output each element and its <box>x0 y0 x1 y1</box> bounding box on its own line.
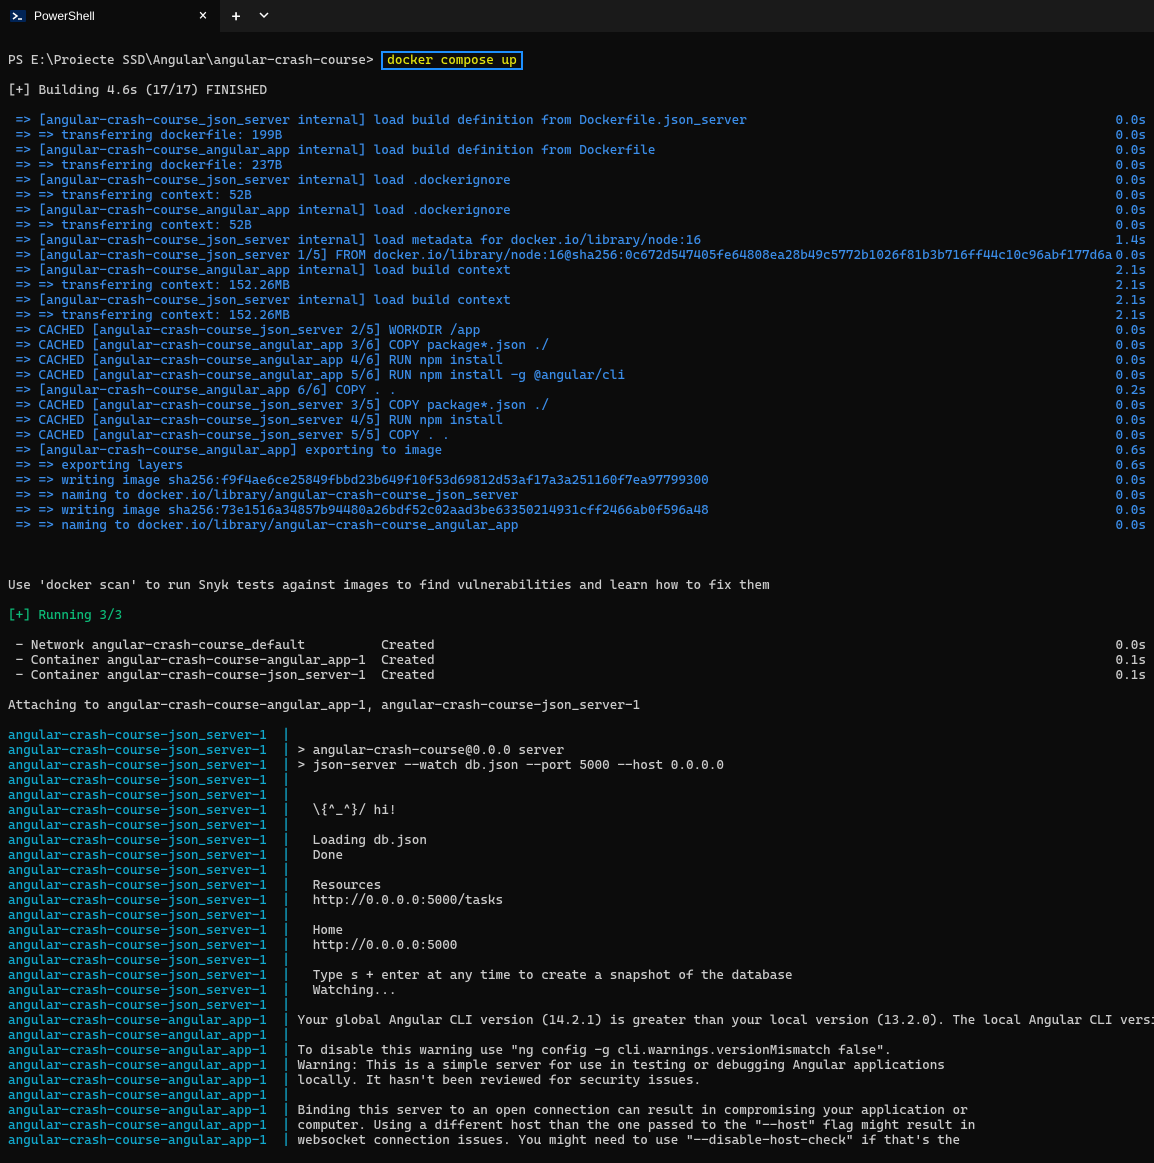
build-step: => [angular-crash-course_json_server 1/5… <box>8 248 1146 263</box>
build-step: => CACHED [angular-crash-course_angular_… <box>8 353 1146 368</box>
service-line: angular-crash-course-json_server-1 | \{^… <box>8 803 1146 818</box>
container-line: - Container angular-crash-course-angular… <box>8 653 1146 668</box>
build-step: => => transferring context: 152.26MB2.1s <box>8 278 1146 293</box>
service-output: angular-crash-course-json_server-1 |angu… <box>8 728 1146 1148</box>
build-step: => => transferring dockerfile: 237B0.0s <box>8 158 1146 173</box>
service-line: angular-crash-course-json_server-1 | Hom… <box>8 923 1146 938</box>
command-highlight: docker compose up <box>381 51 523 70</box>
service-line: angular-crash-course-json_server-1 | htt… <box>8 938 1146 953</box>
build-step: => => transferring context: 52B0.0s <box>8 218 1146 233</box>
build-step: => => writing image sha256:73e1516a34857… <box>8 503 1146 518</box>
new-tab-button[interactable]: + <box>220 7 252 26</box>
service-line: angular-crash-course-angular_app-1 | web… <box>8 1133 1146 1148</box>
command-text: docker compose up <box>387 53 517 68</box>
service-line: angular-crash-course-json_server-1 | <box>8 773 1146 788</box>
powershell-icon <box>10 8 26 24</box>
build-step: => => naming to docker.io/library/angula… <box>8 488 1146 503</box>
build-step: => CACHED [angular-crash-course_json_ser… <box>8 428 1146 443</box>
build-step: => => writing image sha256:f9f4ae6ce2584… <box>8 473 1146 488</box>
service-line: angular-crash-course-json_server-1 | Typ… <box>8 968 1146 983</box>
service-line: angular-crash-course-json_server-1 | <box>8 998 1146 1013</box>
build-step: => [angular-crash-course_json_server int… <box>8 113 1146 128</box>
close-icon[interactable]: × <box>194 8 212 24</box>
build-step: => [angular-crash-course_angular_app 6/6… <box>8 383 1146 398</box>
service-line: angular-crash-course-json_server-1 | > a… <box>8 743 1146 758</box>
build-step: => => naming to docker.io/library/angula… <box>8 518 1146 533</box>
service-line: angular-crash-course-json_server-1 | <box>8 818 1146 833</box>
build-step: => [angular-crash-course_angular_app] ex… <box>8 443 1146 458</box>
scan-hint: Use 'docker scan' to run Snyk tests agai… <box>8 578 1146 593</box>
build-steps: => [angular-crash-course_json_server int… <box>8 113 1146 533</box>
build-step: => => transferring context: 152.26MB2.1s <box>8 308 1146 323</box>
build-step: => [angular-crash-course_angular_app int… <box>8 143 1146 158</box>
service-line: angular-crash-course-angular_app-1 | <box>8 1028 1146 1043</box>
tab-dropdown-button[interactable] <box>252 9 276 24</box>
build-step: => [angular-crash-course_json_server int… <box>8 233 1146 248</box>
service-line: angular-crash-course-json_server-1 | <box>8 728 1146 743</box>
container-lines: - Network angular-crash-course_default C… <box>8 638 1146 683</box>
service-line: angular-crash-course-json_server-1 | Wat… <box>8 983 1146 998</box>
service-line: angular-crash-course-json_server-1 | Res… <box>8 878 1146 893</box>
prompt-path: PS E:\Proiecte SSD\Angular\angular-crash… <box>8 53 374 68</box>
container-line: - Container angular-crash-course-json_se… <box>8 668 1146 683</box>
build-step: => [angular-crash-course_json_server int… <box>8 173 1146 188</box>
service-line: angular-crash-course-angular_app-1 | com… <box>8 1118 1146 1133</box>
service-line: angular-crash-course-json_server-1 | htt… <box>8 893 1146 908</box>
build-step: => [angular-crash-course_angular_app int… <box>8 203 1146 218</box>
service-line: angular-crash-course-angular_app-1 | War… <box>8 1058 1146 1073</box>
build-step: => CACHED [angular-crash-course_json_ser… <box>8 323 1146 338</box>
build-step: => [angular-crash-course_angular_app int… <box>8 263 1146 278</box>
service-line: angular-crash-course-json_server-1 | <box>8 953 1146 968</box>
service-line: angular-crash-course-angular_app-1 | To … <box>8 1043 1146 1058</box>
service-line: angular-crash-course-angular_app-1 | You… <box>8 1013 1146 1028</box>
build-step: => [angular-crash-course_json_server int… <box>8 293 1146 308</box>
attaching-line: Attaching to angular-crash-course-angula… <box>8 698 1146 713</box>
service-line: angular-crash-course-json_server-1 | <box>8 908 1146 923</box>
service-line: angular-crash-course-json_server-1 | <box>8 863 1146 878</box>
build-step: => => transferring dockerfile: 199B0.0s <box>8 128 1146 143</box>
build-step: => => exporting layers0.6s <box>8 458 1146 473</box>
service-line: angular-crash-course-json_server-1 | Don… <box>8 848 1146 863</box>
build-step: => => transferring context: 52B0.0s <box>8 188 1146 203</box>
container-line: - Network angular-crash-course_default C… <box>8 638 1146 653</box>
service-line: angular-crash-course-angular_app-1 | <box>8 1088 1146 1103</box>
service-line: angular-crash-course-json_server-1 | > j… <box>8 758 1146 773</box>
running-status: [+] Running 3/3 <box>8 608 1146 623</box>
service-line: angular-crash-course-angular_app-1 | loc… <box>8 1073 1146 1088</box>
service-line: angular-crash-course-json_server-1 | <box>8 788 1146 803</box>
tab-title: PowerShell <box>34 9 186 23</box>
prompt-line: PS E:\Proiecte SSD\Angular\angular-crash… <box>8 53 1146 68</box>
terminal-output[interactable]: PS E:\Proiecte SSD\Angular\angular-crash… <box>0 32 1154 1163</box>
service-line: angular-crash-course-angular_app-1 | Bin… <box>8 1103 1146 1118</box>
build-step: => CACHED [angular-crash-course_json_ser… <box>8 398 1146 413</box>
tab-bar: PowerShell × + <box>0 0 1154 32</box>
blank-line <box>8 548 1146 563</box>
building-status: [+] Building 4.6s (17/17) FINISHED <box>8 83 1146 98</box>
build-step: => CACHED [angular-crash-course_angular_… <box>8 338 1146 353</box>
build-step: => CACHED [angular-crash-course_json_ser… <box>8 413 1146 428</box>
build-step: => CACHED [angular-crash-course_angular_… <box>8 368 1146 383</box>
service-line: angular-crash-course-json_server-1 | Loa… <box>8 833 1146 848</box>
tab-powershell[interactable]: PowerShell × <box>0 0 220 32</box>
